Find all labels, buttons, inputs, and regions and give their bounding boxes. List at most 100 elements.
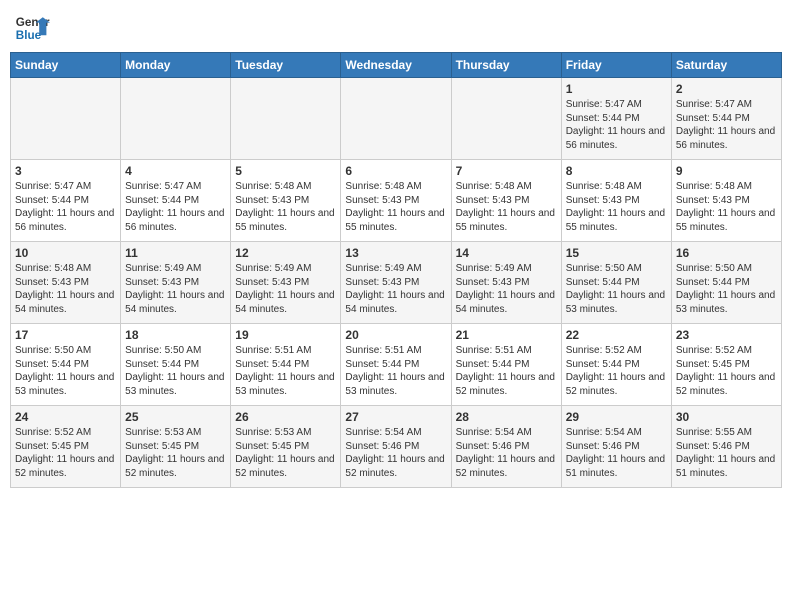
- day-number: 26: [235, 410, 336, 424]
- calendar-week-3: 10Sunrise: 5:48 AM Sunset: 5:43 PM Dayli…: [11, 242, 782, 324]
- day-number: 16: [676, 246, 777, 260]
- day-info: Sunrise: 5:49 AM Sunset: 5:43 PM Dayligh…: [235, 262, 336, 316]
- calendar-cell: 8 Sunrise: 5:48 AM Sunset: 5:43 PM Daylig…: [561, 160, 671, 242]
- calendar-cell: [121, 78, 231, 160]
- calendar-table: SundayMondayTuesdayWednesdayThursdayFrid…: [10, 52, 782, 488]
- day-info: Sunrise: 5:51 AM Sunset: 5:44 PM Dayligh…: [456, 344, 557, 398]
- calendar-cell: 14Sunrise: 5:49 AM Sunset: 5:43 PM Dayli…: [451, 242, 561, 324]
- day-number: 24: [15, 410, 116, 424]
- calendar-cell: 22 Sunrise: 5:52 AM Sunset: 5:44 PM Dayli…: [561, 324, 671, 406]
- calendar-cell: 28 Sunrise: 5:54 AM Sunset: 5:46 PM Dayli…: [451, 406, 561, 488]
- day-info: Sunrise: 5:47 AM Sunset: 5:44 PM Dayligh…: [566, 98, 667, 152]
- day-info: Sunrise: 5:48 AM Sunset: 5:43 PM Dayligh…: [676, 180, 777, 234]
- calendar-cell: 25Sunrise: 5:53 AM Sunset: 5:45 PM Dayli…: [121, 406, 231, 488]
- calendar-cell: 19 Sunrise: 5:51 AM Sunset: 5:44 PM Dayli…: [231, 324, 341, 406]
- calendar-cell: 2 Sunrise: 5:47 AM Sunset: 5:44 PM Daylig…: [671, 78, 781, 160]
- calendar-cell: 30 Sunrise: 5:55 AM Sunset: 5:46 PM Dayli…: [671, 406, 781, 488]
- day-number: 4: [125, 164, 226, 178]
- day-info: Sunrise: 5:55 AM Sunset: 5:46 PM Dayligh…: [676, 426, 777, 480]
- calendar-cell: 24 Sunrise: 5:52 AM Sunset: 5:45 PM Dayli…: [11, 406, 121, 488]
- day-number: 30: [676, 410, 777, 424]
- day-number: 5: [235, 164, 336, 178]
- day-info: Sunrise: 5:54 AM Sunset: 5:46 PM Dayligh…: [456, 426, 557, 480]
- calendar-cell: 7 Sunrise: 5:48 AM Sunset: 5:43 PM Daylig…: [451, 160, 561, 242]
- calendar-cell: [11, 78, 121, 160]
- day-info: Sunrise: 5:49 AM Sunset: 5:43 PM Dayligh…: [345, 262, 446, 316]
- day-number: 7: [456, 164, 557, 178]
- calendar-cell: 10Sunrise: 5:48 AM Sunset: 5:43 PM Dayli…: [11, 242, 121, 324]
- day-info: Sunrise: 5:50 AM Sunset: 5:44 PM Dayligh…: [566, 262, 667, 316]
- calendar-cell: 29Sunrise: 5:54 AM Sunset: 5:46 PM Dayli…: [561, 406, 671, 488]
- day-info: Sunrise: 5:52 AM Sunset: 5:44 PM Dayligh…: [566, 344, 667, 398]
- page-header: General Blue: [10, 10, 782, 46]
- day-info: Sunrise: 5:47 AM Sunset: 5:44 PM Dayligh…: [676, 98, 777, 152]
- calendar-cell: 17Sunrise: 5:50 AM Sunset: 5:44 PM Dayli…: [11, 324, 121, 406]
- day-number: 21: [456, 328, 557, 342]
- col-header-thursday: Thursday: [451, 53, 561, 78]
- day-number: 1: [566, 82, 667, 96]
- day-info: Sunrise: 5:50 AM Sunset: 5:44 PM Dayligh…: [676, 262, 777, 316]
- day-info: Sunrise: 5:48 AM Sunset: 5:43 PM Dayligh…: [566, 180, 667, 234]
- day-number: 22: [566, 328, 667, 342]
- logo: General Blue: [14, 10, 52, 46]
- calendar-cell: 5 Sunrise: 5:48 AM Sunset: 5:43 PM Daylig…: [231, 160, 341, 242]
- day-info: Sunrise: 5:47 AM Sunset: 5:44 PM Dayligh…: [125, 180, 226, 234]
- calendar-cell: 20 Sunrise: 5:51 AM Sunset: 5:44 PM Dayli…: [341, 324, 451, 406]
- day-info: Sunrise: 5:48 AM Sunset: 5:43 PM Dayligh…: [456, 180, 557, 234]
- day-number: 20: [345, 328, 446, 342]
- day-info: Sunrise: 5:48 AM Sunset: 5:43 PM Dayligh…: [235, 180, 336, 234]
- day-number: 2: [676, 82, 777, 96]
- col-header-tuesday: Tuesday: [231, 53, 341, 78]
- calendar-cell: 18Sunrise: 5:50 AM Sunset: 5:44 PM Dayli…: [121, 324, 231, 406]
- day-info: Sunrise: 5:53 AM Sunset: 5:45 PM Dayligh…: [235, 426, 336, 480]
- day-info: Sunrise: 5:52 AM Sunset: 5:45 PM Dayligh…: [676, 344, 777, 398]
- day-number: 28: [456, 410, 557, 424]
- logo-icon: General Blue: [14, 10, 50, 46]
- day-number: 9: [676, 164, 777, 178]
- calendar-week-5: 24 Sunrise: 5:52 AM Sunset: 5:45 PM Dayli…: [11, 406, 782, 488]
- day-number: 27: [345, 410, 446, 424]
- calendar-cell: 21 Sunrise: 5:51 AM Sunset: 5:44 PM Dayli…: [451, 324, 561, 406]
- day-number: 11: [125, 246, 226, 260]
- day-number: 8: [566, 164, 667, 178]
- calendar-cell: [231, 78, 341, 160]
- day-number: 12: [235, 246, 336, 260]
- col-header-friday: Friday: [561, 53, 671, 78]
- calendar-cell: [341, 78, 451, 160]
- calendar-cell: 4 Sunrise: 5:47 AM Sunset: 5:44 PM Daylig…: [121, 160, 231, 242]
- calendar-cell: [451, 78, 561, 160]
- col-header-saturday: Saturday: [671, 53, 781, 78]
- calendar-cell: 27 Sunrise: 5:54 AM Sunset: 5:46 PM Dayli…: [341, 406, 451, 488]
- day-number: 15: [566, 246, 667, 260]
- day-info: Sunrise: 5:51 AM Sunset: 5:44 PM Dayligh…: [345, 344, 446, 398]
- calendar-cell: 9 Sunrise: 5:48 AM Sunset: 5:43 PM Daylig…: [671, 160, 781, 242]
- calendar-cell: 23 Sunrise: 5:52 AM Sunset: 5:45 PM Dayli…: [671, 324, 781, 406]
- calendar-header: SundayMondayTuesdayWednesdayThursdayFrid…: [11, 53, 782, 78]
- day-number: 3: [15, 164, 116, 178]
- day-number: 29: [566, 410, 667, 424]
- day-number: 19: [235, 328, 336, 342]
- calendar-cell: 11Sunrise: 5:49 AM Sunset: 5:43 PM Dayli…: [121, 242, 231, 324]
- calendar-cell: 1 Sunrise: 5:47 AM Sunset: 5:44 PM Daylig…: [561, 78, 671, 160]
- calendar-cell: 3 Sunrise: 5:47 AM Sunset: 5:44 PM Daylig…: [11, 160, 121, 242]
- day-number: 10: [15, 246, 116, 260]
- day-info: Sunrise: 5:54 AM Sunset: 5:46 PM Dayligh…: [345, 426, 446, 480]
- day-info: Sunrise: 5:50 AM Sunset: 5:44 PM Dayligh…: [15, 344, 116, 398]
- day-info: Sunrise: 5:49 AM Sunset: 5:43 PM Dayligh…: [456, 262, 557, 316]
- calendar-week-2: 3 Sunrise: 5:47 AM Sunset: 5:44 PM Daylig…: [11, 160, 782, 242]
- day-number: 23: [676, 328, 777, 342]
- day-number: 18: [125, 328, 226, 342]
- calendar-cell: 16 Sunrise: 5:50 AM Sunset: 5:44 PM Dayli…: [671, 242, 781, 324]
- col-header-wednesday: Wednesday: [341, 53, 451, 78]
- calendar-cell: 26 Sunrise: 5:53 AM Sunset: 5:45 PM Dayli…: [231, 406, 341, 488]
- day-info: Sunrise: 5:47 AM Sunset: 5:44 PM Dayligh…: [15, 180, 116, 234]
- calendar-week-1: 1 Sunrise: 5:47 AM Sunset: 5:44 PM Daylig…: [11, 78, 782, 160]
- day-info: Sunrise: 5:52 AM Sunset: 5:45 PM Dayligh…: [15, 426, 116, 480]
- day-number: 25: [125, 410, 226, 424]
- calendar-cell: 15 Sunrise: 5:50 AM Sunset: 5:44 PM Dayli…: [561, 242, 671, 324]
- day-number: 13: [345, 246, 446, 260]
- col-header-monday: Monday: [121, 53, 231, 78]
- day-info: Sunrise: 5:51 AM Sunset: 5:44 PM Dayligh…: [235, 344, 336, 398]
- calendar-cell: 6Sunrise: 5:48 AM Sunset: 5:43 PM Daylig…: [341, 160, 451, 242]
- col-header-sunday: Sunday: [11, 53, 121, 78]
